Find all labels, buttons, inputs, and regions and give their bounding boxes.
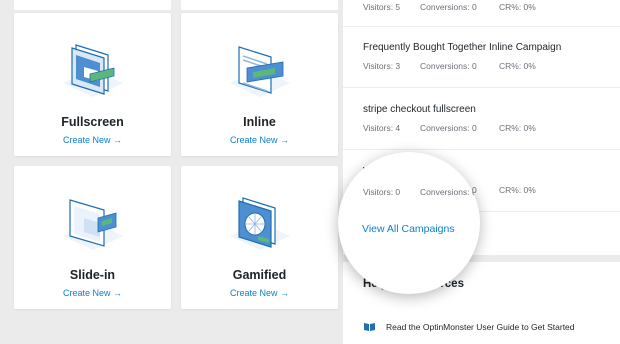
divider bbox=[343, 26, 620, 27]
cr-percent: CR%: 0% bbox=[499, 61, 536, 71]
visitors-count: Visitors: 4 bbox=[363, 123, 401, 133]
template-card-inline[interactable]: Inline Create New → bbox=[181, 13, 338, 156]
campaign-stats: Visitors: 0 Conversions: 0 bbox=[363, 187, 477, 197]
card-stub bbox=[14, 0, 171, 10]
magnifier-highlight: Visitors: 0 Conversions: 0 View All Campa… bbox=[338, 152, 480, 294]
visitors-count: Visitors: 0 bbox=[363, 187, 401, 197]
campaign-stats: Visitors: 5 Conversions: 0 CR%: 0% bbox=[363, 2, 620, 12]
inline-icon bbox=[229, 46, 290, 97]
slide-in-icon bbox=[62, 199, 123, 250]
divider bbox=[343, 87, 620, 88]
visitors-count: Visitors: 5 bbox=[363, 2, 401, 12]
view-all-campaigns-link[interactable]: View All Campaigns bbox=[362, 223, 455, 235]
user-guide-link[interactable]: Read the OptinMonster User Guide to Get … bbox=[363, 322, 575, 332]
user-guide-label: Read the OptinMonster User Guide to Get … bbox=[386, 322, 575, 332]
conversions-count: Conversions: 0 bbox=[420, 61, 477, 71]
campaign-item[interactable]: Frequently Bought Together Inline Campai… bbox=[363, 42, 620, 71]
campaign-item[interactable]: stripe checkout fullscreen Visitors: 4 Co… bbox=[363, 104, 620, 133]
card-title: Slide-in bbox=[69, 268, 116, 282]
fullscreen-icon bbox=[62, 44, 123, 97]
create-new-link[interactable]: Create New → bbox=[181, 135, 338, 145]
cr-percent: CR%: 0% bbox=[499, 185, 536, 195]
card-title: Fullscreen bbox=[61, 115, 124, 129]
gamified-icon bbox=[229, 197, 290, 250]
card-title: Gamified bbox=[232, 268, 287, 282]
template-card-fullscreen[interactable]: Fullscreen Create New → bbox=[14, 13, 171, 156]
create-new-link[interactable]: Create New → bbox=[14, 288, 171, 298]
campaign-stats: Visitors: 4 Conversions: 0 CR%: 0% bbox=[363, 123, 620, 133]
create-new-link[interactable]: Create New → bbox=[181, 288, 338, 298]
create-new-link[interactable]: Create New → bbox=[14, 135, 171, 145]
card-stub bbox=[181, 0, 338, 10]
campaign-stats: Visitors: 3 Conversions: 0 CR%: 0% bbox=[363, 61, 620, 71]
campaign-item[interactable]: Visitors: 5 Conversions: 0 CR%: 0% bbox=[363, 0, 620, 12]
divider bbox=[343, 149, 620, 150]
conversions-count: Conversions: 0 bbox=[420, 2, 477, 12]
visitors-count: Visitors: 3 bbox=[363, 61, 401, 71]
magnifier-lens: Visitors: 0 Conversions: 0 View All Campa… bbox=[338, 152, 480, 294]
book-icon bbox=[364, 323, 375, 331]
conversions-count: Conversions: 0 bbox=[420, 123, 477, 133]
cr-percent: CR%: 0% bbox=[499, 123, 536, 133]
cr-percent: CR%: 0% bbox=[499, 2, 536, 12]
campaign-name[interactable]: stripe checkout fullscreen bbox=[363, 104, 620, 115]
campaign-name[interactable]: Frequently Bought Together Inline Campai… bbox=[363, 42, 620, 53]
card-title: Inline bbox=[243, 115, 276, 129]
conversions-count: Conversions: 0 bbox=[420, 187, 477, 197]
template-card-gamified[interactable]: Gamified Create New → bbox=[181, 166, 338, 309]
template-card-slide-in[interactable]: Slide-in Create New → bbox=[14, 166, 171, 309]
